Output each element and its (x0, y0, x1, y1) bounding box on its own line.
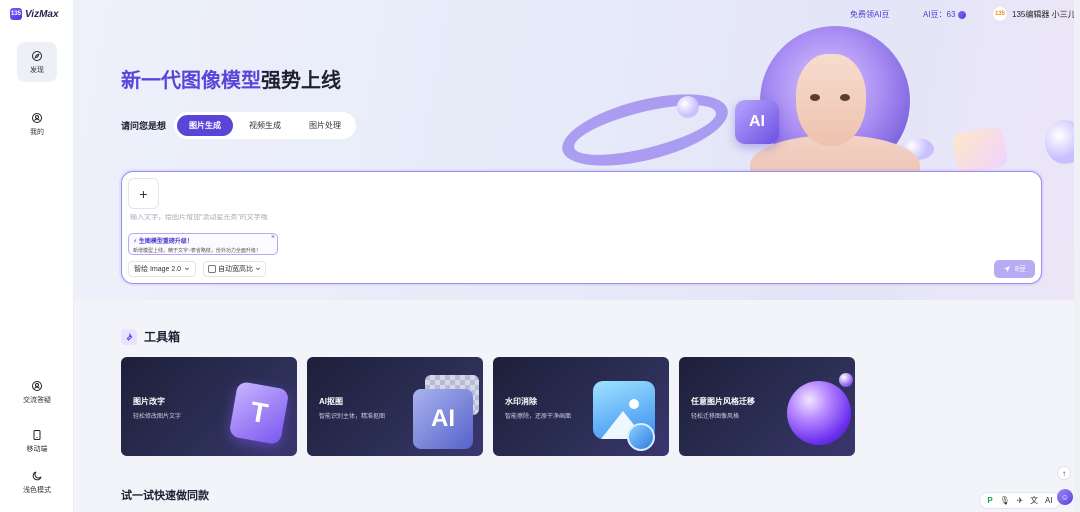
beans-label: AI豆：63 (923, 10, 956, 19)
send-label: 8豆 (1015, 266, 1026, 273)
model-select[interactable]: 智绘 Image 2.0 (128, 261, 197, 277)
glass-cube (951, 125, 1009, 175)
character-face (796, 54, 866, 146)
send-icon[interactable]: ✈ (1017, 496, 1024, 505)
sidebar-item-theme[interactable]: 浅色模式 (0, 470, 74, 495)
microphone-icon[interactable]: 🎙 (1000, 496, 1010, 505)
title-rest: 强势上线 (261, 70, 341, 92)
tab-video-generation[interactable]: 视频生成 (237, 115, 293, 136)
tool-card-edit-text[interactable]: 图片改字 轻松修改图片文字 T (121, 357, 297, 456)
card-subtitle: 轻松迁移图像风格 (691, 414, 740, 420)
tip-title: ⚡ 生图模型重磅升级！ (133, 239, 193, 245)
ai-icon: AI (413, 389, 473, 449)
compass-icon (32, 50, 42, 61)
tool-card-style-transfer[interactable]: 任意图片风格迁移 轻松迁移图像风格 (679, 357, 855, 456)
card-title: 任意图片风格迁移 (691, 397, 755, 406)
prompt-input[interactable] (130, 214, 990, 221)
sidebar-item-label: 浅色模式 (23, 487, 51, 494)
card-subtitle: 智能识别主体，精准抠图 (319, 414, 386, 420)
tip-subtitle: 新增模型上线，精于文字~表省略枝，份外功力全面升级！ (133, 248, 261, 254)
sidebar-item-mobile[interactable]: 移动端 (0, 429, 74, 454)
sun-shape (629, 399, 639, 409)
sphere-icon (779, 371, 853, 447)
floating-toolbar: P 🎙 ✈ 文 AI (979, 492, 1061, 509)
ratio-label: 自动宽高比 (218, 266, 253, 273)
card-title: 图片改字 (133, 397, 165, 406)
sidebar-item-label: 我的 (30, 128, 44, 136)
sidebar: 135 VizMax 发现 我的 交流答疑 移动端 浅色模式 (0, 0, 74, 512)
tab-image-generation[interactable]: 图片生成 (177, 115, 234, 136)
mode-tabs: 图片生成 视频生成 图片处理 (174, 112, 357, 139)
mode-label: 请问您是想 (121, 121, 167, 131)
user-name: 135编辑器 小三儿 (1012, 9, 1076, 19)
eraser-icon (627, 423, 655, 451)
hero-illustration: AI (550, 20, 1080, 180)
sidebar-item-support[interactable]: 交流答疑 (0, 380, 74, 405)
logo-mark: 135 (10, 8, 22, 20)
glass-ribbon (555, 80, 735, 180)
card-title: AI抠图 (319, 397, 343, 406)
sidebar-item-label: 移动端 (26, 446, 48, 453)
logo[interactable]: 135 VizMax (10, 8, 59, 20)
beans-balance[interactable]: AI豆：63 (923, 9, 967, 20)
sphere (787, 381, 851, 445)
support-icon (32, 381, 42, 391)
chevron-down-icon (255, 267, 261, 271)
sidebar-item-label: 交流答疑 (23, 397, 51, 404)
toolbox-cards: 图片改字 轻松修改图片文字 T AI抠图 智能识别主体，精准抠图 AI 水印消除… (121, 357, 855, 456)
phone-icon (33, 430, 41, 440)
logo-text: VizMax (25, 8, 59, 20)
tool-card-cutout[interactable]: AI抠图 智能识别主体，精准抠图 AI (307, 357, 483, 456)
chevron-down-icon (184, 267, 190, 271)
tab-image-processing[interactable]: 图片处理 (297, 115, 353, 136)
aspect-ratio-select[interactable]: 自动宽高比 (203, 261, 266, 277)
scroll-top-button[interactable]: ↑ (1057, 466, 1071, 480)
card-art: T (221, 371, 291, 447)
free-beans-link[interactable]: 免费领AI豆 (850, 9, 890, 20)
tool-card-watermark[interactable]: 水印消除 智能擦除，还原干净画面 (493, 357, 669, 456)
plugin-icon[interactable]: P (987, 496, 992, 505)
sidebar-item-mine[interactable]: 我的 (17, 104, 57, 144)
sphere-small (839, 373, 853, 387)
moon-icon (32, 471, 42, 481)
send-button[interactable]: 8豆 (994, 260, 1035, 278)
toolbox-header: 工具箱 (121, 328, 180, 345)
text-icon: T (228, 380, 290, 446)
close-icon[interactable]: × (271, 234, 275, 241)
card-title: 水印消除 (505, 397, 537, 406)
sidebar-item-label: 发现 (30, 66, 44, 74)
card-subtitle: 智能擦除，还原干净画面 (505, 414, 572, 420)
prompt-box: + ⚡ 生图模型重磅升级！ 新增模型上线，精于文字~表省略枝，份外功力全面升级！… (121, 171, 1042, 284)
translate-icon[interactable]: 文 (1030, 495, 1038, 506)
chat-icon[interactable]: ☺ (1057, 489, 1073, 505)
upgrade-tip: ⚡ 生图模型重磅升级！ 新增模型上线，精于文字~表省略枝，份外功力全面升级！ × (128, 233, 278, 255)
scrollbar[interactable] (1074, 0, 1080, 512)
bubble (677, 96, 699, 118)
card-art: AI (407, 371, 479, 449)
eye (840, 94, 850, 101)
eye (810, 94, 820, 101)
send-icon (1004, 266, 1011, 272)
auto-ratio-checkbox[interactable] (208, 265, 216, 273)
user-icon (32, 112, 42, 123)
title-accent: 新一代图像模型 (121, 70, 261, 92)
page-title: 新一代图像模型强势上线 (121, 64, 341, 93)
ai-badge-icon: AI (735, 100, 779, 144)
model-value: 智绘 Image 2.0 (134, 266, 182, 273)
sidebar-item-discover[interactable]: 发现 (17, 42, 57, 82)
bean-icon (958, 10, 967, 19)
section-title-try: 试一试快速做同款 (121, 490, 209, 502)
wrench-icon (121, 328, 137, 345)
add-image-button[interactable]: + (128, 178, 159, 209)
card-subtitle: 轻松修改图片文字 (133, 414, 182, 420)
mode-selector: 请问您是想 图片生成 视频生成 图片处理 (121, 112, 357, 139)
ai-icon[interactable]: AI (1045, 496, 1053, 505)
image-icon (593, 371, 663, 451)
toolbox-title: 工具箱 (144, 330, 181, 344)
